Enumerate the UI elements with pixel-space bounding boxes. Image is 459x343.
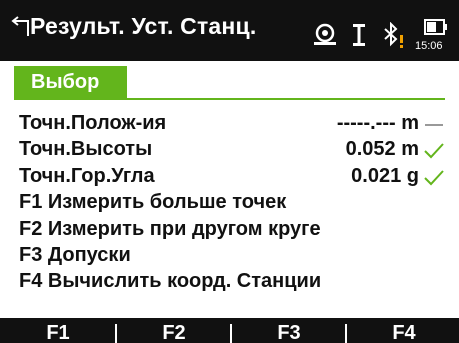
softkey-bar: F1 F2 F3 F4 [0, 318, 459, 343]
battery-icon [424, 19, 447, 35]
clock-time: 15:06 [415, 40, 443, 52]
result-label: Точн.Высоты [19, 138, 153, 160]
dash-icon [425, 124, 443, 126]
softkey-f3[interactable]: F3 [232, 318, 346, 343]
result-row-position-accuracy: Точн.Полож-ия -----.--- m [19, 112, 445, 138]
page-title: Результ. Уст. Станц. [30, 13, 257, 39]
softkey-f2[interactable]: F2 [117, 318, 231, 343]
cursor-icon [353, 24, 365, 46]
result-value: 0.052 m [345, 138, 419, 160]
softkey-f1[interactable]: F1 [1, 318, 115, 343]
option-compute-station-coords[interactable]: F4 Вычислить коорд. Станции [19, 270, 445, 293]
checkmark-icon [424, 170, 444, 186]
result-label: Точн.Гор.Угла [19, 165, 155, 187]
option-tolerances[interactable]: F3 Допуски [19, 244, 445, 267]
tab-underline [14, 98, 445, 100]
result-value: 0.021 g [351, 165, 419, 187]
softkey-f4[interactable]: F4 [347, 318, 459, 343]
result-value: -----.--- m [336, 112, 419, 134]
result-row-height-accuracy: Точн.Высоты 0.052 m [19, 138, 445, 164]
option-measure-more-points[interactable]: F1 Измерить больше точек [19, 191, 445, 214]
bluetooth-icon [384, 22, 403, 48]
back-arrow-icon[interactable] [10, 16, 32, 42]
checkmark-icon [424, 143, 444, 159]
result-row-angle-accuracy: Точн.Гор.Угла 0.021 g [19, 165, 445, 191]
tab-selection[interactable]: Выбор [14, 66, 127, 98]
title-bar: Результ. Уст. Станц. 15:06 [0, 0, 459, 61]
target-icon [314, 23, 336, 45]
result-label: Точн.Полож-ия [19, 112, 167, 134]
option-measure-other-face[interactable]: F2 Измерить при другом круге [19, 218, 445, 241]
